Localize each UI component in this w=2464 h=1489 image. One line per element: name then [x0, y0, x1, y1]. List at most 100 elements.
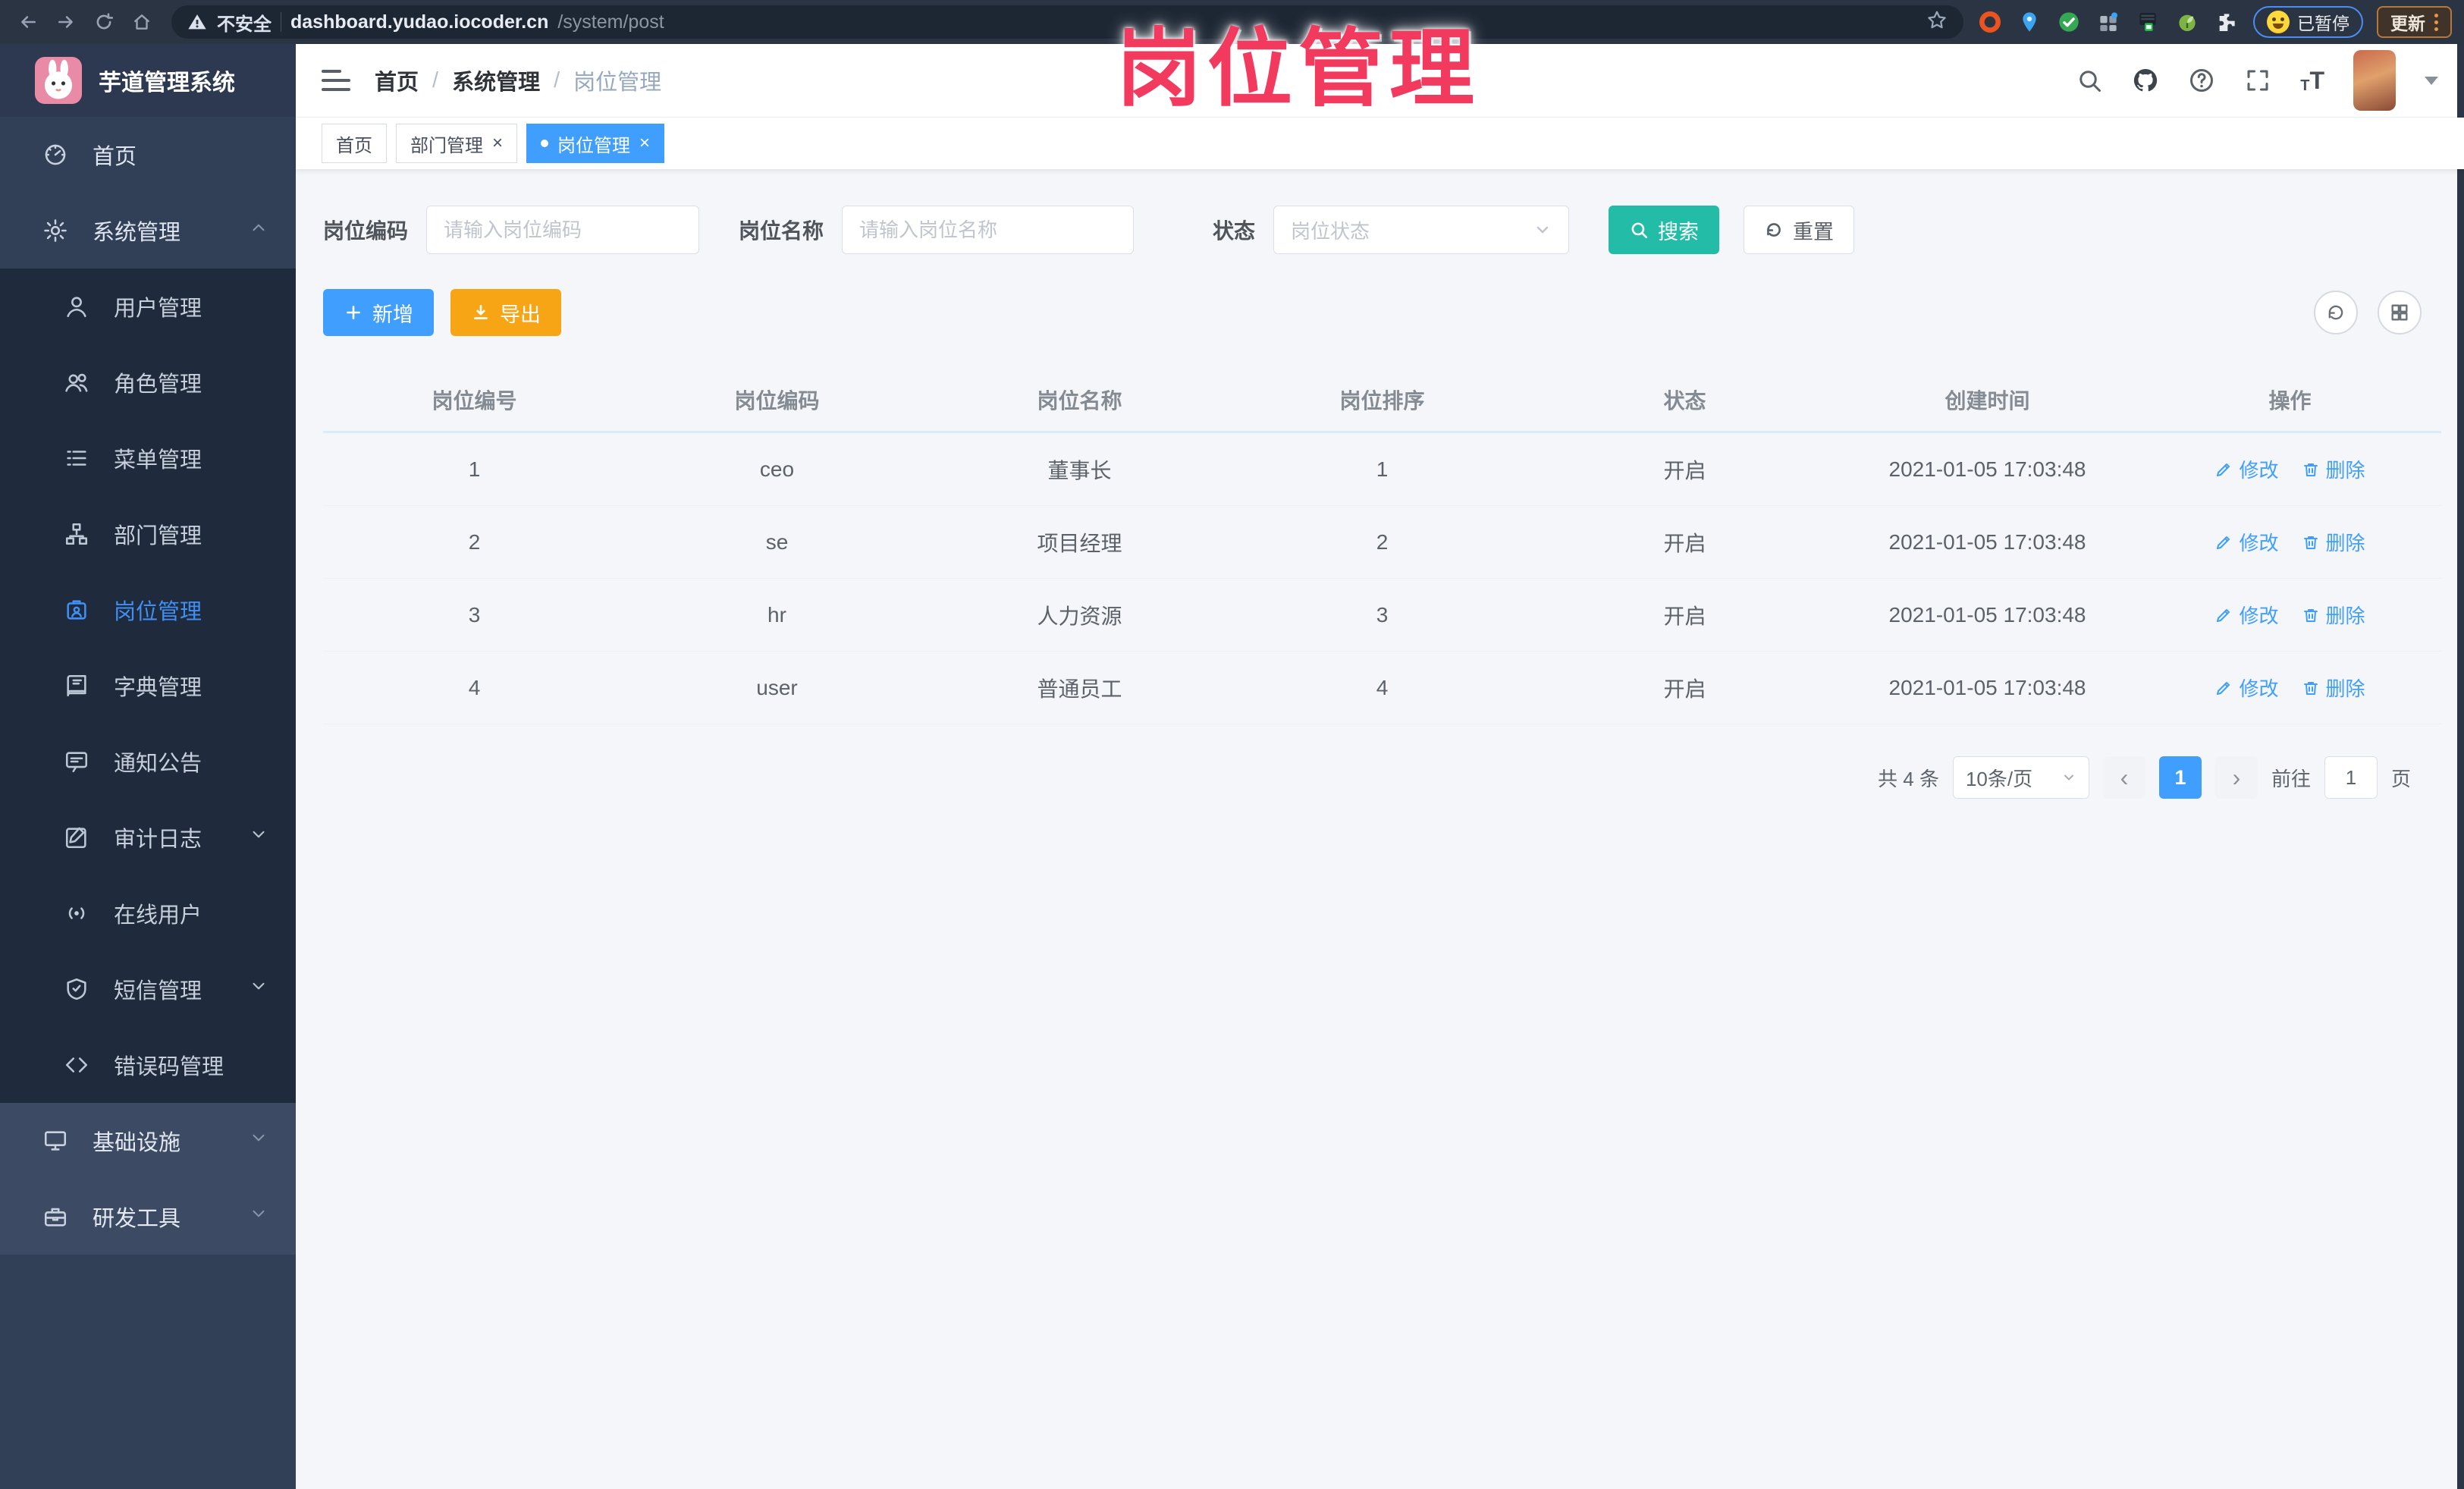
gear-icon: [44, 219, 67, 242]
sidebar-item-dict[interactable]: 字典管理: [0, 648, 296, 724]
posts-table: 岗位编号 岗位编码 岗位名称 岗位排序 状态 创建时间 操作 1 ceo 董事长…: [323, 368, 2441, 724]
search-icon[interactable]: [2076, 67, 2103, 94]
edit-link[interactable]: 修改: [2214, 674, 2279, 702]
app-title: 芋道管理系统: [99, 71, 235, 96]
status-label: 状态: [1213, 219, 1256, 243]
app-logo-row[interactable]: 芋道管理系统: [0, 44, 296, 117]
cell-actions: 修改 删除: [2139, 674, 2441, 702]
tab-departments[interactable]: 部门管理 ×: [396, 124, 518, 163]
sidebar-item-users[interactable]: 用户管理: [0, 269, 296, 344]
edit-link[interactable]: 修改: [2214, 528, 2279, 556]
caret-down-icon[interactable]: [2425, 76, 2438, 85]
sidebar-item-departments[interactable]: 部门管理: [0, 496, 296, 572]
browser-back-button[interactable]: [12, 6, 44, 38]
cell-code: user: [756, 675, 798, 699]
close-icon[interactable]: ×: [492, 134, 503, 152]
tab-home[interactable]: 首页: [322, 124, 387, 163]
github-icon[interactable]: [2132, 67, 2159, 94]
delete-link[interactable]: 删除: [2302, 601, 2365, 629]
sidebar-item-audit-log[interactable]: 审计日志: [0, 799, 296, 875]
add-button[interactable]: 新增: [323, 289, 434, 336]
orange-ring-extension-icon[interactable]: [1977, 9, 2003, 35]
breadcrumb-system[interactable]: 系统管理: [452, 64, 540, 96]
toolbox-icon: [44, 1208, 67, 1227]
bookmark-star-icon[interactable]: [1926, 9, 1948, 36]
browser-reload-button[interactable]: [88, 6, 120, 38]
close-icon[interactable]: ×: [639, 134, 650, 152]
col-header-created: 创建时间: [1945, 388, 2030, 413]
profile-paused-badge[interactable]: 已暂停: [2253, 6, 2363, 38]
col-header-code: 岗位编码: [734, 388, 820, 413]
browser-forward-button[interactable]: [50, 6, 82, 38]
security-label: 不安全: [217, 14, 272, 35]
code-icon: [65, 1057, 88, 1073]
home-icon: [134, 14, 149, 30]
tab-label: 岗位管理: [557, 135, 631, 156]
edit-link[interactable]: 修改: [2214, 455, 2279, 483]
col-header-id: 岗位编号: [432, 388, 517, 413]
trash-icon: [2303, 536, 2318, 549]
breadcrumb-current: 岗位管理: [573, 71, 662, 95]
chevron-down-icon: [2064, 774, 2073, 781]
blue-pin-extension-icon[interactable]: [2017, 9, 2042, 35]
page-size-select[interactable]: 10条/页: [1952, 756, 2089, 799]
gray-grid-extension-icon[interactable]: [2095, 9, 2121, 35]
sidebar-item-sms[interactable]: 短信管理: [0, 951, 296, 1027]
sidebar-item-system[interactable]: 系统管理: [0, 193, 296, 269]
reset-button[interactable]: 重置: [1744, 206, 1855, 254]
browser-home-button[interactable]: [126, 6, 158, 38]
columns-grid-icon: [2391, 304, 2408, 321]
goto-label: 前往: [2271, 767, 2311, 790]
fullscreen-icon[interactable]: [2244, 67, 2271, 94]
search-button[interactable]: 搜索: [1609, 206, 1720, 254]
help-icon[interactable]: [2188, 67, 2215, 94]
green-sprout-extension-icon[interactable]: [2174, 9, 2200, 35]
browser-update-button[interactable]: 更新: [2377, 6, 2452, 38]
post-badge-icon: [67, 600, 86, 620]
sidebar-item-infrastructure[interactable]: 基础设施: [0, 1103, 296, 1179]
chevron-down-icon: [1536, 226, 1549, 234]
export-button[interactable]: 导出: [450, 289, 561, 336]
cell-actions: 修改 删除: [2139, 528, 2441, 556]
dashboard-icon: [45, 144, 66, 165]
sidebar-item-menus[interactable]: 菜单管理: [0, 420, 296, 496]
sidebar-item-roles[interactable]: 角色管理: [0, 344, 296, 420]
sidebar-item-online-users[interactable]: 在线用户: [0, 875, 296, 951]
puzzle-extension-icon[interactable]: [2214, 9, 2240, 35]
sidebar-item-error-codes[interactable]: 错误码管理: [0, 1027, 296, 1103]
hamburger-icon[interactable]: [322, 68, 352, 93]
url-host: dashboard.yudao.iocoder.cn: [290, 11, 549, 33]
page-unit-label: 页: [2390, 767, 2411, 790]
sidebar-item-dev-tools[interactable]: 研发工具: [0, 1179, 296, 1255]
prev-page-button[interactable]: ‹: [2102, 756, 2145, 799]
cell-code: hr: [767, 602, 786, 627]
post-code-input[interactable]: [426, 206, 700, 254]
avatar[interactable]: [2353, 50, 2396, 111]
window-scrollbar[interactable]: [2457, 44, 2464, 1489]
delete-link[interactable]: 删除: [2302, 455, 2365, 483]
delete-link[interactable]: 删除: [2302, 674, 2365, 702]
chevron-down-icon: [249, 825, 268, 850]
breadcrumb-home[interactable]: 首页: [375, 64, 419, 96]
dark-5g-extension-icon[interactable]: [2135, 9, 2161, 35]
edit-link[interactable]: 修改: [2214, 601, 2279, 629]
address-bar[interactable]: 不安全 dashboard.yudao.iocoder.cn /system/p…: [171, 5, 1963, 39]
browser-menu-dots-icon[interactable]: [2434, 13, 2438, 31]
sidebar-item-posts[interactable]: 岗位管理: [0, 572, 296, 648]
sidebar-item-home[interactable]: 首页: [0, 117, 296, 193]
delete-link[interactable]: 删除: [2302, 528, 2365, 556]
sidebar-item-notices[interactable]: 通知公告: [0, 724, 296, 799]
post-name-input[interactable]: [842, 206, 1135, 254]
font-size-icon[interactable]: TT: [2300, 67, 2324, 95]
next-page-button[interactable]: ›: [2214, 756, 2258, 799]
table-header-row: 岗位编号 岗位编码 岗位名称 岗位排序 状态 创建时间 操作: [323, 368, 2441, 433]
paused-label: 已暂停: [2297, 14, 2349, 33]
status-select[interactable]: 岗位状态: [1273, 206, 1570, 254]
goto-page-input[interactable]: [2324, 756, 2378, 799]
tab-posts[interactable]: 岗位管理 ×: [526, 124, 665, 163]
current-page[interactable]: 1: [2158, 756, 2202, 799]
green-check-extension-icon[interactable]: [2056, 9, 2082, 35]
refresh-table-button[interactable]: [2314, 291, 2358, 335]
column-settings-button[interactable]: [2378, 291, 2422, 335]
system-submenu: 用户管理 角色管理 菜单管理 部门管理 岗位管理 字典管理 通知公告 审计日志 …: [0, 269, 296, 1103]
